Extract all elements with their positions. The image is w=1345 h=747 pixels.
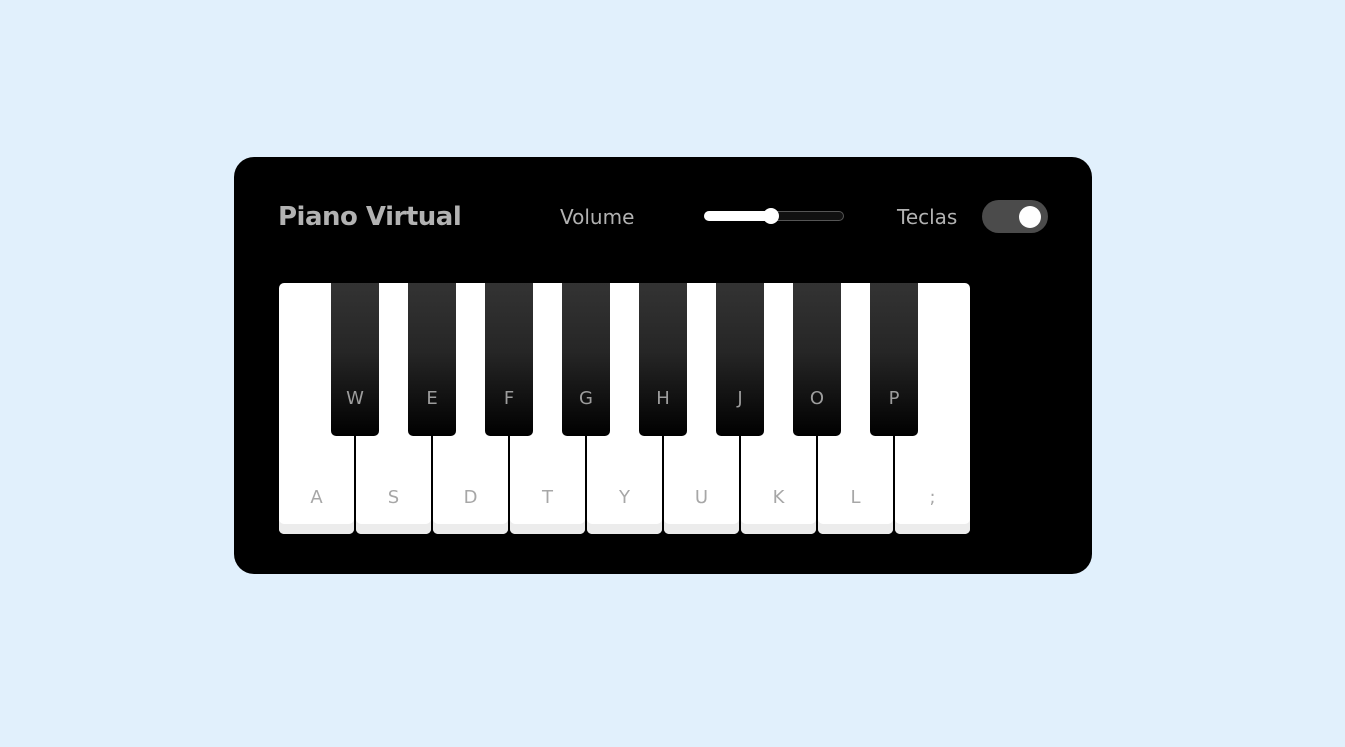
white-key-label: T	[542, 487, 553, 508]
black-key-label: G	[579, 388, 593, 409]
piano-panel: Piano Virtual Volume Teclas A S D T Y U K L; W E F…	[234, 157, 1092, 574]
white-key-label: Y	[619, 487, 630, 508]
volume-slider[interactable]	[704, 208, 844, 224]
white-key-label: S	[387, 487, 400, 508]
black-key-label: W	[346, 388, 364, 409]
black-key[interactable]: H	[639, 283, 687, 436]
black-key[interactable]: J	[716, 283, 764, 436]
app-title: Piano Virtual	[278, 202, 462, 232]
volume-label: Volume	[560, 205, 635, 229]
black-key-label: F	[503, 388, 515, 409]
black-key[interactable]: F	[485, 283, 533, 436]
white-key-label: K	[772, 487, 785, 508]
black-key-label: J	[737, 388, 743, 409]
black-key[interactable]: W	[331, 283, 379, 436]
keys-toggle[interactable]	[982, 200, 1048, 233]
white-key-label: D	[463, 487, 478, 508]
black-key-label: E	[426, 388, 438, 409]
black-key-label: H	[656, 388, 670, 409]
white-key-label: L	[850, 487, 861, 508]
black-key[interactable]: G	[562, 283, 610, 436]
volume-slider-fill	[704, 211, 772, 221]
white-key-label: A	[310, 487, 323, 508]
white-key-label: ;	[929, 487, 936, 508]
white-key-label: U	[694, 487, 709, 508]
volume-slider-thumb[interactable]	[763, 208, 780, 224]
piano-keyboard: A S D T Y U K L; W E F G H J O P	[279, 283, 971, 534]
black-key[interactable]: O	[793, 283, 841, 436]
piano-header: Piano Virtual Volume Teclas	[278, 197, 1048, 237]
black-key-label: P	[888, 388, 900, 409]
black-key[interactable]: P	[870, 283, 918, 436]
keys-visibility-control: Teclas	[897, 197, 1048, 237]
black-key[interactable]: E	[408, 283, 456, 436]
keys-label: Teclas	[897, 205, 958, 229]
keys-toggle-knob[interactable]	[1019, 206, 1041, 228]
black-key-label: O	[809, 388, 825, 409]
